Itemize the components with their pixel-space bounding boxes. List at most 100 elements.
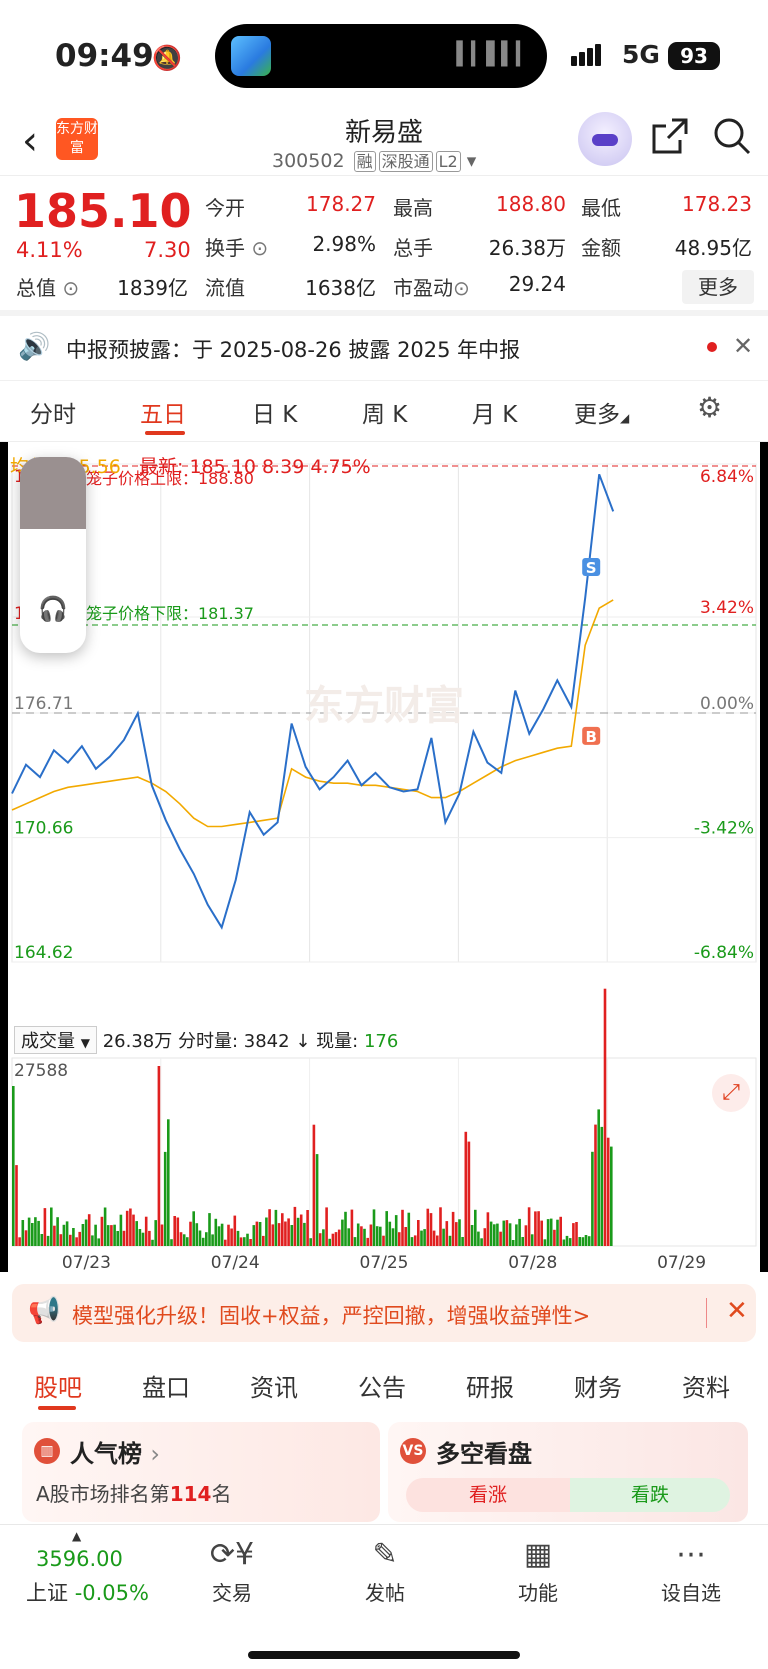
volume-bar — [78, 1231, 81, 1246]
volume-bar — [205, 1232, 208, 1246]
search-icon[interactable] — [712, 116, 752, 165]
x-tick-label: 07/29 — [657, 1253, 706, 1272]
volume-bar — [480, 1238, 483, 1246]
volume-bar — [394, 1215, 398, 1246]
volume-bar — [255, 1221, 259, 1246]
y-tick-left: 164.62 — [14, 943, 73, 963]
quote-value-turnover: 2.98% — [312, 232, 376, 256]
quote-label-volume: 总手 — [393, 236, 433, 260]
caret-up-icon[interactable]: ▲ — [72, 1529, 81, 1543]
volume-bar — [157, 1066, 161, 1246]
volume-bar — [483, 1228, 487, 1246]
volume-bar — [281, 1213, 284, 1246]
per-minute-label: 分时量: — [177, 1031, 239, 1052]
info-icon[interactable]: ⊙ — [453, 276, 470, 300]
mute-bell-icon: 🔕 — [152, 44, 182, 72]
volume-bar — [53, 1225, 56, 1246]
volume-bar — [464, 1131, 468, 1246]
volume-bar — [309, 1238, 312, 1246]
volume-indicator-select[interactable]: 成交量 ▼ — [14, 1026, 97, 1054]
volume-bar — [448, 1235, 452, 1246]
popularity-card[interactable]: ▥ 人气榜 › A股市场排名第114名 — [22, 1422, 380, 1522]
bull-bear-card[interactable]: VS 多空看盘 看涨 看跌 — [388, 1422, 748, 1522]
ad-divider — [706, 1298, 707, 1328]
tab-more[interactable]: 更多◢ — [574, 395, 629, 429]
gear-icon[interactable]: ⚙ — [697, 391, 722, 424]
speaker-icon: 🔊 — [18, 332, 51, 362]
volume-bar — [306, 1210, 309, 1246]
volume-bar — [587, 1236, 591, 1246]
volume-bar — [40, 1234, 44, 1246]
notice-bar[interactable]: 🔊 中报预披露：于 2025-08-26 披露 2025 年中报 ✕ — [0, 322, 768, 372]
tab-five-day[interactable]: 五日 — [140, 395, 186, 429]
volume-bar — [556, 1219, 559, 1246]
nav-post[interactable]: ✎ 发帖 — [335, 1537, 435, 1606]
volume-bar — [350, 1209, 354, 1246]
ad-text[interactable]: 模型强化升级！固收+权益，严控回撤，增强收益弹性> — [72, 1300, 590, 1330]
current-volume-value: 176 — [363, 1031, 399, 1052]
volume-bar — [262, 1235, 265, 1246]
status-bar: 09:49 🔕 ▍▎▌▍▎ 5G 93 — [0, 0, 768, 110]
volume-total: 26.38万 — [102, 1031, 173, 1052]
tab-intraday[interactable]: 分时 — [30, 395, 76, 429]
expand-icon[interactable]: ⤢ — [712, 1074, 750, 1112]
trade-marker-label: B — [585, 728, 596, 746]
index-value[interactable]: 3596.00 — [36, 1547, 123, 1571]
volume-bar — [360, 1226, 363, 1246]
tab-weekly-k[interactable]: 周 K — [362, 395, 407, 429]
five-day-chart[interactable]: 东方财富188.80181.37176.71170.66164.626.84%3… — [0, 442, 768, 1272]
volume-bar — [116, 1231, 119, 1246]
tab-profile[interactable]: 资料 — [682, 1368, 730, 1403]
bottom-nav: ▲ 3596.00 上证 -0.05% ⟳¥ 交易 ✎ 发帖 ▦ 功能 ⋯ 设自… — [0, 1524, 768, 1669]
nav-trade[interactable]: ⟳¥ 交易 — [182, 1537, 282, 1606]
volume-bar — [584, 1235, 588, 1246]
volume-bar — [328, 1238, 331, 1246]
volume-max-label: 27588 — [14, 1061, 68, 1081]
volume-bar — [489, 1221, 493, 1246]
volume-bar — [372, 1209, 376, 1246]
popularity-title: 人气榜 › — [70, 1440, 160, 1468]
close-icon[interactable]: ✕ — [733, 332, 753, 360]
volume-bar — [347, 1228, 350, 1246]
info-icon[interactable]: ⊙ — [62, 276, 79, 300]
nav-watchlist[interactable]: ⋯ 设自选 — [641, 1537, 741, 1606]
volume-bar — [581, 1237, 585, 1246]
volume-bar — [217, 1226, 221, 1246]
info-icon[interactable]: ⊙ — [251, 236, 268, 260]
volume-bar — [572, 1223, 575, 1246]
volume-bar — [606, 1137, 610, 1246]
chart-canvas[interactable]: 东方财富188.80181.37176.71170.66164.626.84%3… — [0, 442, 768, 1272]
tab-order-book[interactable]: 盘口 — [142, 1368, 190, 1403]
tab-research[interactable]: 研报 — [466, 1368, 514, 1403]
volume-bar — [445, 1221, 449, 1246]
tab-news[interactable]: 资讯 — [250, 1368, 298, 1403]
tab-announcements[interactable]: 公告 — [358, 1368, 406, 1403]
airpods-widget[interactable]: 🎧 — [20, 457, 86, 653]
more-button[interactable]: 更多 — [682, 270, 754, 304]
chevron-down-icon[interactable]: ▾ — [467, 150, 477, 172]
ad-banner[interactable]: 📢 模型强化升级！固收+权益，严控回撤，增强收益弹性> ✕ — [12, 1284, 756, 1342]
volume-bar — [265, 1217, 268, 1246]
volume-bar — [189, 1221, 192, 1246]
volume-bar — [530, 1234, 534, 1246]
notice-text[interactable]: 中报预披露：于 2025-08-26 披露 2025 年中报 — [66, 334, 520, 364]
tab-daily-k[interactable]: 日 K — [252, 395, 297, 429]
quote-label-low: 最低 — [581, 196, 621, 220]
assistant-robot-icon[interactable] — [578, 112, 632, 166]
volume-bar — [575, 1222, 578, 1246]
volume-bar — [135, 1221, 138, 1246]
volume-bar — [391, 1228, 395, 1246]
nav-functions[interactable]: ▦ 功能 — [488, 1537, 588, 1606]
index-name[interactable]: 上证 -0.05% — [26, 1577, 149, 1607]
tab-monthly-k[interactable]: 月 K — [472, 395, 517, 429]
share-icon[interactable] — [650, 116, 690, 165]
tab-forum[interactable]: 股吧 — [34, 1368, 82, 1403]
bullish-button[interactable]: 看涨 — [406, 1478, 570, 1512]
tab-financials[interactable]: 财务 — [574, 1368, 622, 1403]
volume-bar — [353, 1237, 357, 1246]
bull-bear-title: 多空看盘 — [436, 1440, 532, 1468]
close-icon[interactable]: ✕ — [726, 1296, 748, 1326]
current-volume-label: 现量: — [316, 1031, 359, 1052]
bearish-button[interactable]: 看跌 — [570, 1478, 730, 1512]
y-tick-right: 6.84% — [700, 467, 754, 487]
